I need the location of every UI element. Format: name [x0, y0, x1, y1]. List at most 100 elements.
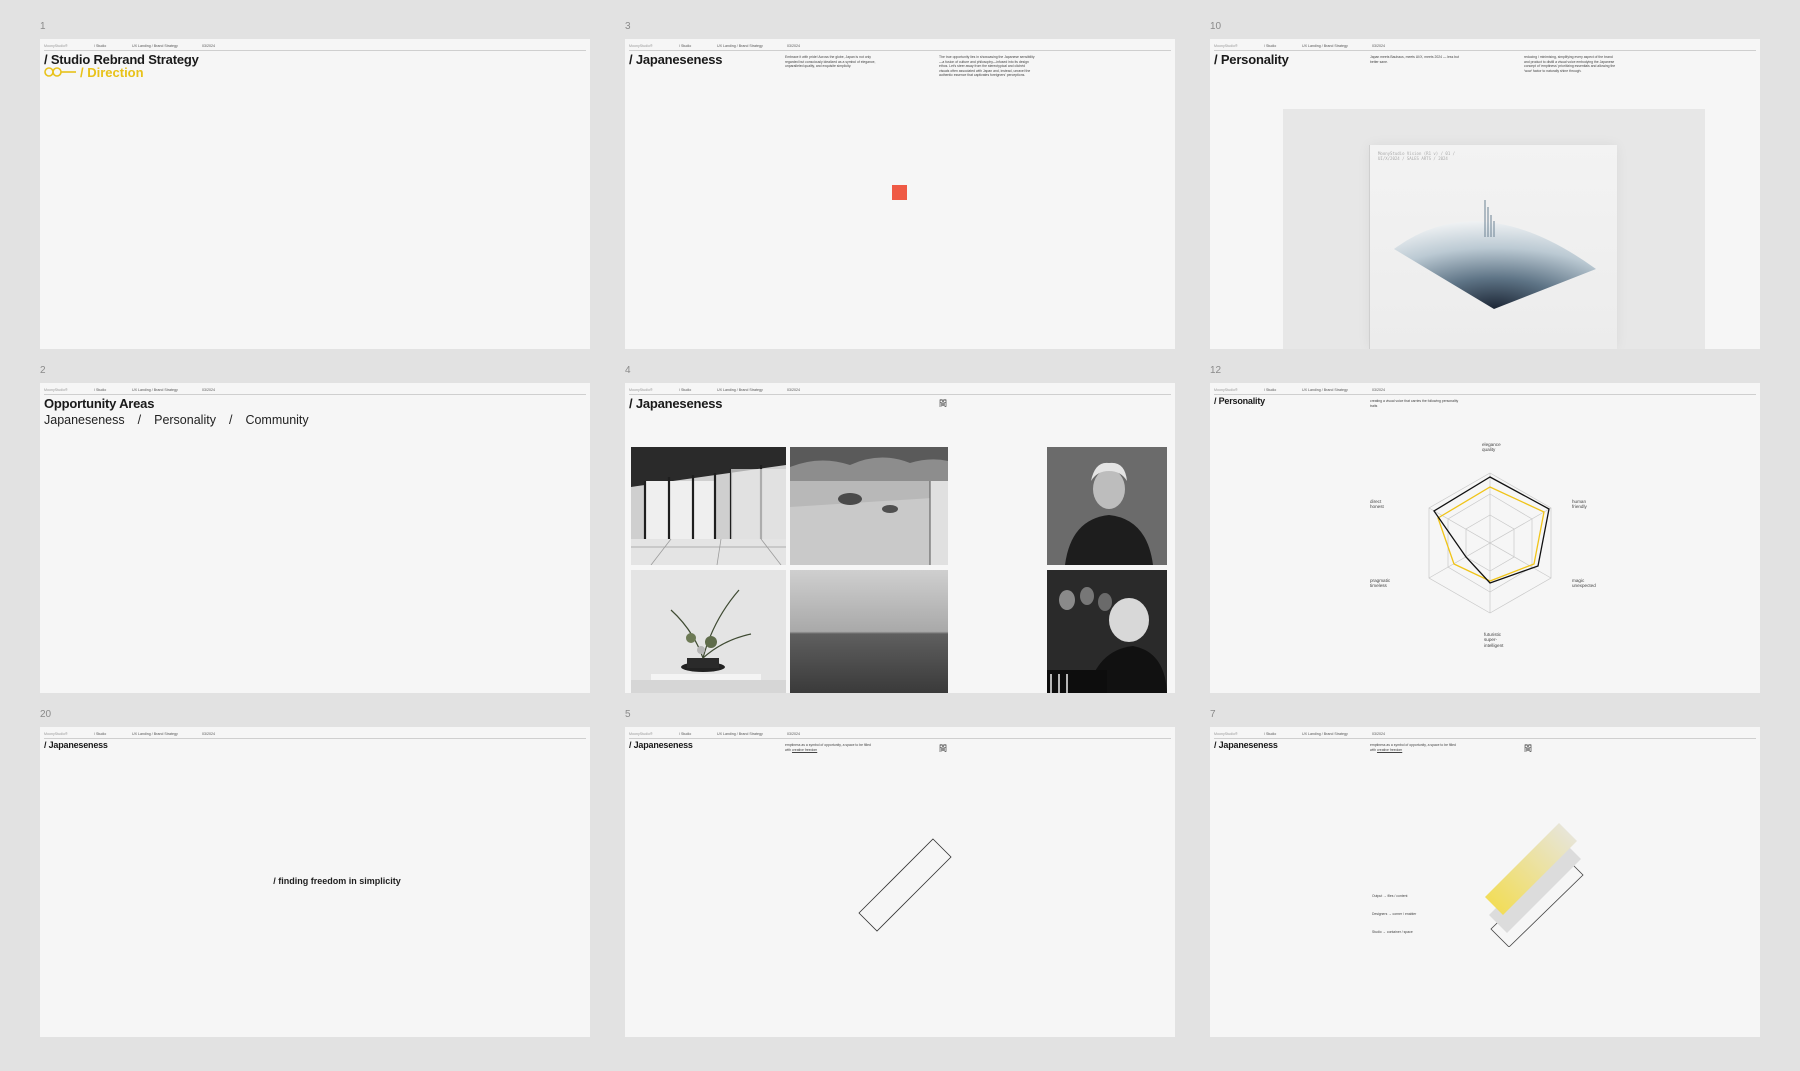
meta-project: UX Landing / Brand Strategy — [1302, 44, 1348, 48]
slide-number: 10 — [1210, 21, 1222, 32]
meta-brand: MoonyStudio® — [1214, 44, 1238, 48]
photo-pianist — [1047, 570, 1167, 693]
slide-title: / Japaneseness — [629, 740, 693, 750]
meta-project: UX Landing / Brand Strategy — [132, 44, 178, 48]
slide-thumbnail[interactable]: MoonyStudio® / Studio UX Landing / Brand… — [1210, 39, 1760, 349]
slide-meta-bar: MoonyStudio® / Studio UX Landing / Brand… — [629, 731, 1171, 739]
meta-project: UX Landing / Brand Strategy — [717, 44, 763, 48]
slide-number: 5 — [625, 709, 631, 720]
meta-project: UX Landing / Brand Strategy — [1302, 388, 1348, 392]
meta-project: UX Landing / Brand Strategy — [132, 732, 178, 736]
area-personality: Personality — [154, 413, 216, 427]
slide-number: 1 — [40, 21, 46, 32]
slide-thumbnail[interactable]: MoonyStudio® / Studio UX Landing / Brand… — [1210, 383, 1760, 693]
layer-label-output: Output → files / content — [1372, 894, 1408, 898]
pianist-image — [1047, 570, 1167, 693]
device-mockup-frame: MoonyStudio Vision (R1 v) / 01 / UI/X/20… — [1283, 109, 1705, 349]
kanji-ma-icon: 間 — [939, 399, 947, 408]
area-community: Community — [245, 413, 309, 427]
slide-thumbnail[interactable]: MoonyStudio® / Studio UX Landing / Brand… — [40, 39, 590, 349]
opportunity-areas-list: Japaneseness / Personality / Community — [44, 413, 309, 427]
zen-garden-image — [790, 447, 948, 565]
photo-ocean-horizon — [790, 570, 948, 693]
meta-project: UX Landing / Brand Strategy — [1302, 732, 1348, 736]
mockup-screen: MoonyStudio Vision (R1 v) / 01 / UI/X/20… — [1369, 145, 1617, 349]
meta-section: / Studio — [1264, 732, 1277, 736]
layer-label-studio: Studio → container / space — [1372, 930, 1413, 934]
slide-title: / Japaneseness — [1214, 740, 1278, 750]
meta-section: / Studio — [94, 388, 107, 392]
meta-brand: MoonyStudio® — [44, 732, 68, 736]
meta-date: 03/2024 — [1372, 44, 1385, 48]
meta-date: 03/2024 — [202, 732, 215, 736]
meta-project: UX Landing / Brand Strategy — [717, 388, 763, 392]
slide-subtitle: / Direction — [80, 64, 144, 80]
infinity-arrow-icon — [44, 67, 76, 77]
body-text: Embrace it with pride! Across the globe,… — [785, 55, 876, 69]
photo-portrait-man — [1047, 447, 1167, 565]
center-statement: / finding freedom in simplicity — [273, 876, 401, 886]
radar-label-futuristic: futuristic super- intelligent — [1484, 632, 1504, 648]
meta-section: / Studio — [679, 44, 692, 48]
slide-thumbnail[interactable]: MoonyStudio® / Studio UX Landing / Brand… — [40, 727, 590, 1037]
ocean-image — [790, 570, 948, 693]
area-separator: / — [228, 413, 233, 427]
meta-brand: MoonyStudio® — [629, 388, 653, 392]
fan-gradient-graphic — [1370, 200, 1596, 309]
slide-title: / Japaneseness — [629, 396, 723, 411]
body-text: Japan meets Bauhaus, meets UI/X, meets 2… — [1370, 55, 1459, 64]
meta-brand: MoonyStudio® — [629, 44, 653, 48]
radar-label-human: human friendly — [1572, 499, 1587, 510]
portrait-image — [1047, 447, 1167, 565]
meta-brand: MoonyStudio® — [44, 44, 68, 48]
stacked-layers-graphic — [1485, 823, 1584, 947]
meta-brand: MoonyStudio® — [44, 388, 68, 392]
ikebana-image — [631, 570, 786, 693]
slide-thumbnail[interactable]: MoonyStudio® / Studio UX Landing / Brand… — [625, 39, 1175, 349]
body-text: emptiness as a symbol of opportunity, a … — [785, 743, 877, 752]
slide-title: / Personality — [1214, 396, 1265, 406]
tatami-room-image — [631, 447, 786, 565]
radar-label-elegance: elegance quality — [1482, 442, 1501, 453]
radar-series-b — [1437, 486, 1545, 582]
meta-section: / Studio — [679, 388, 692, 392]
direction-row: / Direction — [44, 64, 144, 80]
slide-number: 7 — [1210, 709, 1216, 720]
slide-thumbnail[interactable]: MoonyStudio® / Studio UX Landing / Brand… — [1210, 727, 1760, 1037]
personality-radar-chart — [1428, 472, 1552, 614]
radar-label-magic: magic unexpected — [1572, 578, 1596, 589]
area-japaneseness: Japaneseness — [44, 413, 125, 427]
slide-number: 4 — [625, 365, 631, 376]
slide-thumbnail[interactable]: MoonyStudio® / Studio UX Landing / Brand… — [40, 383, 590, 693]
body-text: creating a visual voice that carries the… — [1370, 399, 1459, 408]
photo-zen-garden — [790, 447, 948, 565]
slide-thumbnail[interactable]: MoonyStudio® / Studio UX Landing / Brand… — [625, 727, 1175, 1037]
slide-title: / Personality — [1214, 52, 1289, 67]
photo-ikebana — [631, 570, 786, 693]
body-text: reducing / minimising, simplifying every… — [1524, 55, 1616, 73]
radar-label-pragmatic: pragmatic timeless — [1370, 578, 1391, 589]
slide-meta-bar: MoonyStudio® / Studio UX Landing / Brand… — [44, 43, 586, 51]
meta-brand: MoonyStudio® — [629, 732, 653, 736]
meta-brand: MoonyStudio® — [1214, 732, 1238, 736]
creative-freedom-link[interactable]: creative freedom — [1377, 748, 1402, 752]
slide-meta-bar: MoonyStudio® / Studio UX Landing / Brand… — [44, 387, 586, 395]
meta-project: UX Landing / Brand Strategy — [132, 388, 178, 392]
slide-overview-canvas: 1 MoonyStudio® / Studio UX Landing / Bra… — [0, 0, 1800, 1071]
meta-date: 03/2024 — [1372, 732, 1385, 736]
meta-brand: MoonyStudio® — [1214, 388, 1238, 392]
slide-number: 20 — [40, 709, 52, 720]
meta-date: 03/2024 — [1372, 388, 1385, 392]
meta-date: 03/2024 — [787, 44, 800, 48]
outline-bar-shape — [858, 838, 952, 932]
slide-thumbnail[interactable]: MoonyStudio® / Studio UX Landing / Brand… — [625, 383, 1175, 693]
meta-project: UX Landing / Brand Strategy — [717, 732, 763, 736]
kanji-ma-icon: 間 — [939, 744, 947, 753]
meta-section: / Studio — [1264, 44, 1277, 48]
body-text: emptiness as a symbol of opportunity, a … — [1370, 743, 1462, 752]
slide-meta-bar: MoonyStudio® / Studio UX Landing / Brand… — [629, 387, 1171, 395]
meta-date: 03/2024 — [202, 388, 215, 392]
meta-date: 03/2024 — [787, 732, 800, 736]
meta-date: 03/2024 — [202, 44, 215, 48]
creative-freedom-link[interactable]: creative freedom — [792, 748, 817, 752]
